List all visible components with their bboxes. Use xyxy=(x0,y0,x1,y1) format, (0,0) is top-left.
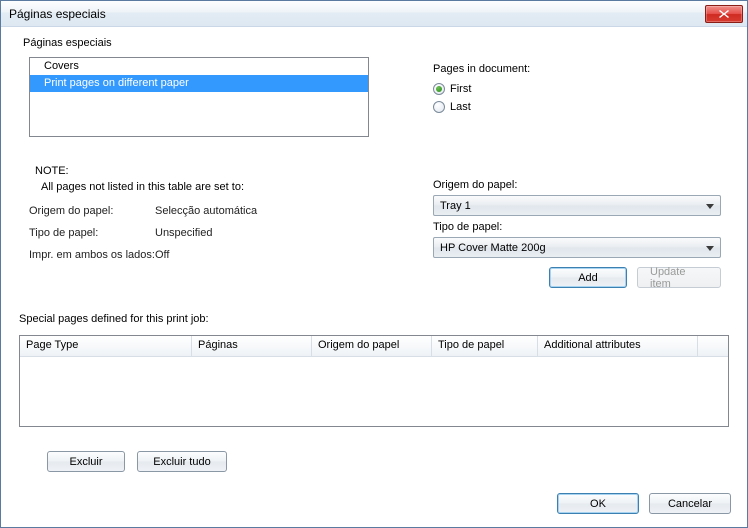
cancel-button-label: Cancelar xyxy=(668,498,712,510)
paper-source-value: Tray 1 xyxy=(440,200,471,212)
col-spacer xyxy=(698,336,728,356)
col-attrs[interactable]: Additional attributes xyxy=(538,336,698,356)
titlebar: Páginas especiais xyxy=(1,1,747,27)
paper-type-label: Tipo de papel: xyxy=(433,221,502,233)
delete-button[interactable]: Excluir xyxy=(47,451,125,472)
group-label: Páginas especiais xyxy=(21,37,114,49)
note-type-value: Unspecified xyxy=(155,227,212,239)
note-source-label: Origem do papel: xyxy=(29,205,113,217)
radio-icon xyxy=(433,101,445,113)
list-item[interactable]: Covers xyxy=(30,58,368,75)
radio-first[interactable]: First xyxy=(433,83,471,95)
note-duplex-value: Off xyxy=(155,249,169,261)
radio-icon xyxy=(433,83,445,95)
add-button-label: Add xyxy=(578,272,598,284)
add-button[interactable]: Add xyxy=(549,267,627,288)
list-item[interactable]: Print pages on different paper xyxy=(30,75,368,92)
note-type-label: Tipo de papel: xyxy=(29,227,98,239)
pages-in-document-label: Pages in document: xyxy=(433,63,530,75)
paper-type-value: HP Cover Matte 200g xyxy=(440,242,546,254)
ok-button[interactable]: OK xyxy=(557,493,639,514)
table-body xyxy=(20,357,728,421)
note-source-value: Selecção automática xyxy=(155,205,257,217)
radio-first-label: First xyxy=(450,83,471,95)
special-pages-label: Special pages defined for this print job… xyxy=(19,313,209,325)
col-type[interactable]: Tipo de papel xyxy=(432,336,538,356)
col-page-type[interactable]: Page Type xyxy=(20,336,192,356)
delete-all-button[interactable]: Excluir tudo xyxy=(137,451,227,472)
special-pages-table[interactable]: Page Type Páginas Origem do papel Tipo d… xyxy=(19,335,729,427)
col-pages[interactable]: Páginas xyxy=(192,336,312,356)
close-button[interactable] xyxy=(705,5,743,23)
note-duplex-label: Impr. em ambos os lados: xyxy=(29,249,155,261)
close-icon xyxy=(719,10,729,18)
update-item-label: Update item xyxy=(650,266,708,290)
window-title: Páginas especiais xyxy=(9,7,705,21)
ok-button-label: OK xyxy=(590,498,606,510)
delete-button-label: Excluir xyxy=(69,456,102,468)
update-item-button: Update item xyxy=(637,267,721,288)
dialog-window: Páginas especiais Páginas especiais Cove… xyxy=(0,0,748,528)
note-subtitle: All pages not listed in this table are s… xyxy=(41,181,244,193)
special-pages-list[interactable]: Covers Print pages on different paper xyxy=(29,57,369,137)
client-area: Páginas especiais Covers Print pages on … xyxy=(1,27,747,527)
paper-source-label: Origem do papel: xyxy=(433,179,517,191)
delete-all-button-label: Excluir tudo xyxy=(153,456,210,468)
col-source[interactable]: Origem do papel xyxy=(312,336,432,356)
table-header: Page Type Páginas Origem do papel Tipo d… xyxy=(20,336,728,357)
cancel-button[interactable]: Cancelar xyxy=(649,493,731,514)
radio-last-label: Last xyxy=(450,101,471,113)
paper-type-combo[interactable]: HP Cover Matte 200g xyxy=(433,237,721,258)
paper-source-combo[interactable]: Tray 1 xyxy=(433,195,721,216)
radio-last[interactable]: Last xyxy=(433,101,471,113)
note-title: NOTE: xyxy=(35,165,69,177)
